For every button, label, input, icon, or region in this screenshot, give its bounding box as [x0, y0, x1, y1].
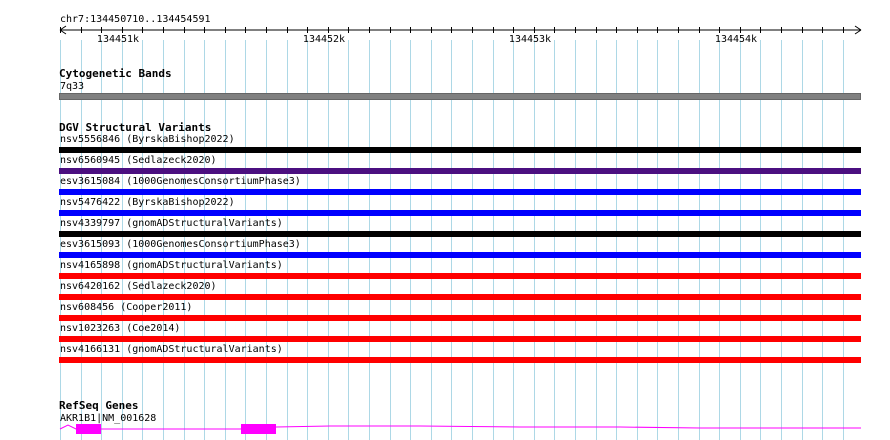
- ruler-tick-label: 134451k: [96, 34, 140, 45]
- dgv-variant-label: nsv4165898 (gnomADStructuralVariants): [60, 260, 283, 271]
- dgv-variant-bar[interactable]: [59, 273, 861, 279]
- dgv-variant-label: nsv1023263 (Coe2014): [60, 323, 181, 334]
- refseq-track-title: RefSeq Genes: [59, 399, 139, 412]
- dgv-variant-bar[interactable]: [59, 210, 861, 216]
- gene-intron-line: [59, 424, 861, 430]
- dgv-variant-label: esv3615084 (1000GenomesConsortiumPhase3): [60, 176, 301, 187]
- ruler-tick-label: 134452k: [302, 34, 346, 45]
- gene-model-akr1b1[interactable]: [0, 422, 890, 436]
- cytoband-track-title: Cytogenetic Bands: [59, 67, 172, 80]
- dgv-variant-bar[interactable]: [59, 189, 861, 195]
- dgv-variant-bar[interactable]: [59, 231, 861, 237]
- dgv-variant-label: esv3615093 (1000GenomesConsortiumPhase3): [60, 239, 301, 250]
- gene-exon: [76, 424, 101, 434]
- cytoband-bar[interactable]: [59, 93, 861, 100]
- dgv-variant-label: nsv6560945 (Sedlazeck2020): [60, 155, 217, 166]
- dgv-variant-bar[interactable]: [59, 168, 861, 174]
- cytoband-label: 7q33: [60, 81, 85, 92]
- ruler-tick-label: 134453k: [508, 34, 552, 45]
- dgv-track-title: DGV Structural Variants: [59, 121, 212, 134]
- dgv-variant-bar[interactable]: [59, 336, 861, 342]
- dgv-variant-bar[interactable]: [59, 315, 861, 321]
- dgv-variant-label: nsv5556846 (ByrskaBishop2022): [60, 134, 235, 145]
- gene-exon: [241, 424, 276, 434]
- dgv-variant-label: nsv608456 (Cooper2011): [60, 302, 193, 313]
- dgv-variant-bar[interactable]: [59, 357, 861, 363]
- dgv-variant-bar[interactable]: [59, 147, 861, 153]
- ruler-tick-label: 134454k: [714, 34, 758, 45]
- dgv-variant-label: nsv6420162 (Sedlazeck2020): [60, 281, 217, 292]
- dgv-variant-label: nsv4339797 (gnomADStructuralVariants): [60, 218, 283, 229]
- dgv-variant-bar[interactable]: [59, 294, 861, 300]
- dgv-variant-bar[interactable]: [59, 252, 861, 258]
- dgv-variant-label: nsv4166131 (gnomADStructuralVariants): [60, 344, 283, 355]
- dgv-variant-label: nsv5476422 (ByrskaBishop2022): [60, 197, 235, 208]
